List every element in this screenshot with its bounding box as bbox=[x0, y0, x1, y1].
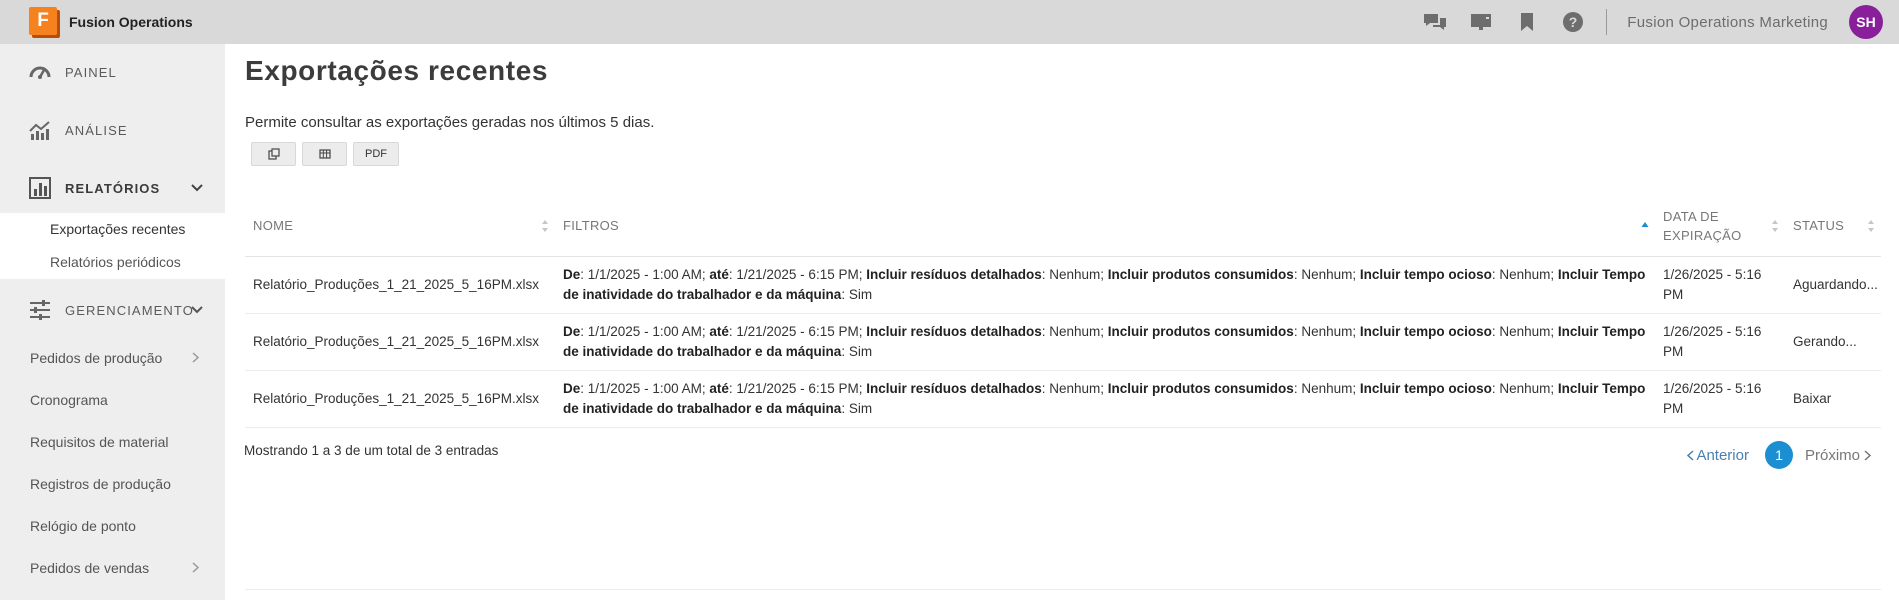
status-text: Gerando... bbox=[1785, 313, 1881, 371]
table-row: Relatório_Produções_1_21_2025_5_16PM.xls… bbox=[245, 370, 1881, 428]
sort-icon bbox=[1772, 219, 1778, 232]
page-description: Permite consultar as exportações geradas… bbox=[245, 114, 655, 131]
table-header-row: NOME FILTROS DATA DE EXPIRAÇÃO STATUS bbox=[245, 196, 1881, 257]
sidebar-subitem-label: Relatórios periódicos bbox=[50, 254, 181, 270]
column-header-status[interactable]: STATUS bbox=[1785, 196, 1881, 257]
sidebar-item-label: RELATÓRIOS bbox=[65, 180, 161, 196]
copy-button[interactable] bbox=[251, 142, 296, 166]
presentation-icon[interactable] bbox=[1458, 0, 1504, 44]
bookmark-icon[interactable] bbox=[1504, 0, 1550, 44]
sidebar-item-label: ANÁLISE bbox=[65, 122, 128, 138]
file-name: Relatório_Produções_1_21_2025_5_16PM.xls… bbox=[245, 313, 555, 371]
filters-cell: De: 1/1/2025 - 1:00 AM; até: 1/21/2025 -… bbox=[555, 370, 1655, 428]
page-number-button[interactable]: 1 bbox=[1764, 441, 1793, 469]
filters-cell: De: 1/1/2025 - 1:00 AM; até: 1/21/2025 -… bbox=[555, 313, 1655, 371]
filters-cell: De: 1/1/2025 - 1:00 AM; até: 1/21/2025 -… bbox=[555, 256, 1655, 314]
chevron-right-icon bbox=[192, 562, 199, 573]
sidebar-item-label: PAINEL bbox=[65, 64, 117, 80]
top-bar: F Fusion Operations ? Fusion Operations … bbox=[0, 0, 1899, 44]
download-link[interactable]: Baixar bbox=[1785, 370, 1881, 428]
sidebar-item-label: GERENCIAMENTO bbox=[65, 302, 194, 318]
csv-button[interactable] bbox=[302, 142, 347, 166]
sidebar-item-painel[interactable]: PAINEL bbox=[0, 47, 225, 97]
main-content: Exportações recentes Permite consultar a… bbox=[225, 44, 1899, 600]
dashboard-icon bbox=[29, 66, 51, 79]
sidebar-item-gerenciamento[interactable]: GERENCIAMENTO bbox=[0, 285, 225, 335]
sidebar: PAINEL ANÁLISE RELATÓRIOS Exportações re… bbox=[0, 44, 225, 600]
analytics-icon bbox=[29, 121, 50, 140]
chevron-left-icon bbox=[1687, 449, 1694, 461]
org-name[interactable]: Fusion Operations Marketing bbox=[1627, 14, 1828, 31]
sidebar-item-registros-producao[interactable]: Registros de produção bbox=[0, 463, 225, 505]
reports-icon bbox=[29, 177, 51, 199]
sort-icon bbox=[542, 219, 548, 232]
sidebar-item-cronograma[interactable]: Cronograma bbox=[0, 379, 225, 421]
previous-page-button[interactable]: Anterior bbox=[1687, 447, 1749, 464]
exports-table: NOME FILTROS DATA DE EXPIRAÇÃO STATUS Re… bbox=[245, 196, 1881, 428]
copy-icon bbox=[267, 148, 280, 160]
expiry-date: 1/26/2025 - 5:16 PM bbox=[1655, 256, 1785, 314]
column-header-filtros[interactable]: FILTROS bbox=[555, 196, 1655, 257]
sidebar-item-requisitos-material[interactable]: Requisitos de material bbox=[0, 421, 225, 463]
avatar[interactable]: SH bbox=[1849, 5, 1883, 39]
expiry-date: 1/26/2025 - 5:16 PM bbox=[1655, 313, 1785, 371]
sidebar-subitem-exportacoes-recentes[interactable]: Exportações recentes bbox=[0, 213, 225, 246]
table-row: Relatório_Produções_1_21_2025_5_16PM.xls… bbox=[245, 313, 1881, 371]
sidebar-item-pedidos-producao[interactable]: Pedidos de produção bbox=[0, 337, 225, 379]
app-logo[interactable]: F bbox=[29, 6, 60, 38]
chevron-right-icon bbox=[192, 352, 199, 363]
table-info: Mostrando 1 a 3 de um total de 3 entrada… bbox=[244, 443, 499, 458]
next-page-button[interactable]: Próximo bbox=[1805, 447, 1871, 464]
file-name: Relatório_Produções_1_21_2025_5_16PM.xls… bbox=[245, 256, 555, 314]
divider bbox=[1606, 9, 1608, 35]
sliders-icon bbox=[30, 300, 50, 320]
sort-asc-icon bbox=[1641, 221, 1649, 227]
column-header-data-expiracao[interactable]: DATA DE EXPIRAÇÃO bbox=[1655, 196, 1785, 257]
sidebar-item-pedidos-vendas[interactable]: Pedidos de vendas bbox=[0, 547, 225, 589]
table-row: Relatório_Produções_1_21_2025_5_16PM.xls… bbox=[245, 256, 1881, 314]
sidebar-item-relogio-ponto[interactable]: Relógio de ponto bbox=[0, 505, 225, 547]
table-icon bbox=[318, 149, 331, 159]
app-title: Fusion Operations bbox=[69, 14, 193, 30]
expiry-date: 1/26/2025 - 5:16 PM bbox=[1655, 370, 1785, 428]
divider bbox=[245, 589, 1881, 590]
sidebar-item-relatorios[interactable]: RELATÓRIOS bbox=[0, 163, 225, 213]
sidebar-subitem-relatorios-periodicos[interactable]: Relatórios periódicos bbox=[0, 246, 225, 279]
chevron-right-icon bbox=[1864, 449, 1871, 461]
sidebar-item-analise[interactable]: ANÁLISE bbox=[0, 105, 225, 155]
chevron-down-icon bbox=[191, 306, 203, 314]
chevron-down-icon bbox=[191, 184, 203, 192]
export-toolbar: PDF bbox=[251, 142, 399, 166]
svg-text:?: ? bbox=[1569, 14, 1578, 30]
pdf-button[interactable]: PDF bbox=[353, 142, 399, 166]
pagination: Anterior 1 Próximo bbox=[1687, 441, 1871, 469]
file-name: Relatório_Produções_1_21_2025_5_16PM.xls… bbox=[245, 370, 555, 428]
page-title: Exportações recentes bbox=[245, 55, 549, 86]
column-header-nome[interactable]: NOME bbox=[245, 196, 555, 257]
sidebar-subitem-label: Exportações recentes bbox=[50, 221, 186, 237]
help-icon[interactable]: ? bbox=[1550, 0, 1596, 44]
sort-icon bbox=[1868, 219, 1874, 232]
status-text: Aguardando... bbox=[1785, 256, 1881, 314]
chat-icon[interactable] bbox=[1412, 0, 1458, 44]
